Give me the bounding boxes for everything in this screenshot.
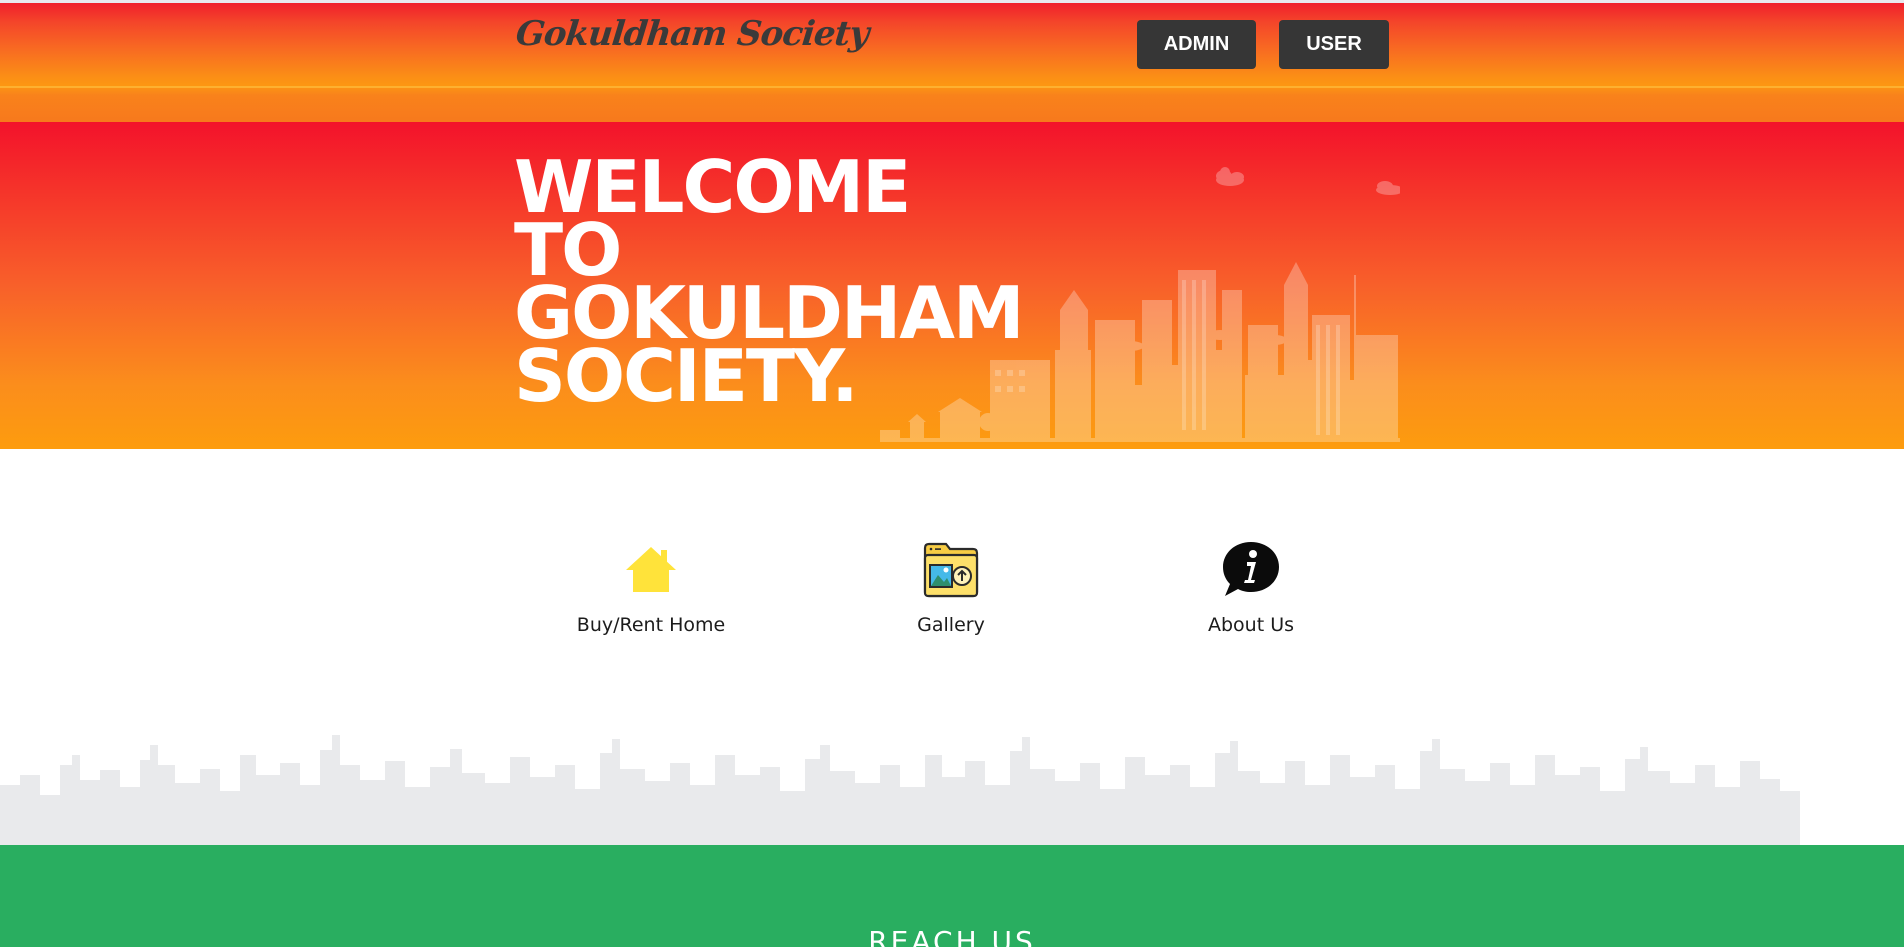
gallery-folder-icon — [920, 538, 982, 600]
feature-about-us[interactable]: About Us — [1141, 538, 1361, 658]
reach-us-section: REACH US — [0, 845, 1904, 947]
background-skyline — [0, 735, 1800, 845]
features-section: Buy/Rent Home Gallery About Us — [0, 449, 1904, 845]
feature-label: Buy/Rent Home — [576, 614, 726, 636]
user-button[interactable]: USER — [1279, 20, 1389, 69]
feature-buy-rent-home[interactable]: Buy/Rent Home — [541, 538, 761, 658]
admin-button[interactable]: ADMIN — [1137, 20, 1256, 69]
site-header: Gokuldham Society ADMIN USER — [0, 0, 1904, 122]
reach-us-title: REACH US — [868, 925, 1036, 947]
home-icon — [620, 538, 682, 600]
header-divider — [0, 86, 1904, 88]
top-border — [0, 0, 1904, 3]
feature-gallery[interactable]: Gallery — [841, 538, 1061, 658]
hero-banner: WELCOME TO GOKULDHAM SOCIETY. — [0, 122, 1904, 449]
site-logo[interactable]: Gokuldham Society — [514, 14, 870, 54]
info-chat-icon — [1220, 538, 1282, 600]
feature-label: About Us — [1207, 614, 1295, 636]
hero-title: WELCOME TO GOKULDHAM SOCIETY. — [514, 145, 1025, 418]
feature-label: Gallery — [917, 614, 985, 636]
